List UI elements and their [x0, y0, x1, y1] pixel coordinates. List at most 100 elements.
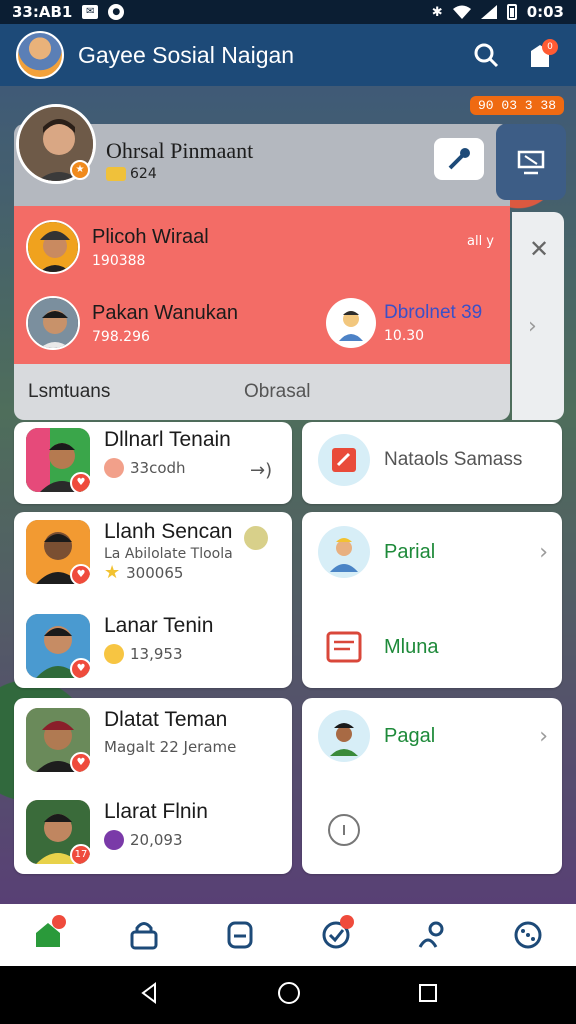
group-icon-1 [318, 434, 370, 486]
popup-meta-1: all y [466, 234, 494, 249]
close-icon[interactable]: ✕ [524, 234, 554, 264]
friend-name-5: Llarat Flnin [104, 800, 208, 823]
group-label-3: Mluna [384, 635, 439, 658]
friend-sub-text-3: 13,953 [130, 645, 183, 663]
screen-share-button[interactable] [496, 124, 566, 200]
popup-num-1: 190388 [92, 252, 146, 269]
popup-row-1[interactable]: Plicoh Wiraal 190388 all y [14, 212, 510, 282]
nav-lock[interactable] [120, 911, 168, 959]
friend-sub-text-5: 20,093 [130, 831, 183, 849]
friend-sub-3: 13,953 [104, 644, 213, 664]
friend-avatar-icon [326, 298, 376, 348]
app-title: Gayee Sosial Naigan [78, 41, 295, 68]
coin-icon [106, 167, 126, 181]
popup-avatar-2 [26, 296, 80, 350]
profile-level-badge: ★ [70, 160, 90, 180]
status-bar: 33:AB1 ✉ ● ✱ 0:03 [0, 0, 576, 24]
group-icon-4 [318, 710, 370, 762]
top-badge: 90 03 3 38 [469, 96, 564, 115]
star-icon: ★ [104, 562, 121, 583]
friend-row-2[interactable]: ♥ Llanh Sencan La Abilolate Tloola ★ 300… [26, 520, 233, 584]
nav-home[interactable] [24, 911, 72, 959]
popup-tabs: Lsmtuans Obrasal [14, 364, 510, 420]
popup-friend-num: 10.30 [384, 328, 425, 344]
friend-name-1: Dllnarl Tenain [104, 428, 231, 451]
nav-settings[interactable] [504, 911, 552, 959]
profile-name: Ohrsal Pinmaant [106, 138, 254, 163]
friend-avatar-4: ♥ [26, 708, 90, 772]
profile-sub-value: 624 [130, 166, 157, 182]
screen-share-icon [517, 150, 545, 175]
friend-badge-3: ♥ [70, 658, 90, 678]
share-icon[interactable]: →) [250, 460, 272, 481]
settings-icon [514, 921, 542, 949]
nav-profile[interactable] [216, 911, 264, 959]
key-icon [448, 148, 470, 170]
chevron-right-icon[interactable]: › [539, 540, 548, 565]
friend-name-2: Llanh Sencan [104, 520, 233, 543]
recents-icon[interactable] [417, 982, 439, 1008]
friend-sub-text-1: 33codh [130, 459, 186, 477]
search-button[interactable] [466, 35, 506, 75]
friend-row-3[interactable]: ♥ Lanar Tenin 13,953 [26, 614, 213, 678]
notification-dot-icon: ● [108, 4, 125, 20]
friend-sub-5: 20,093 [104, 830, 208, 850]
friend-badge-1: ♥ [70, 472, 90, 492]
friend-badge-4: ♥ [70, 752, 90, 772]
profile-icon [227, 921, 253, 949]
home-circle-icon[interactable] [276, 980, 302, 1010]
group-label-2: Parial [384, 540, 436, 563]
search-icon [474, 43, 499, 68]
chevron-right-icon[interactable]: › [528, 314, 537, 339]
friend-row-4[interactable]: ♥ Dlatat Teman Magalt 22 Jerame [26, 708, 236, 772]
group-row-3[interactable]: Mluna [318, 624, 438, 670]
wifi-icon [452, 5, 471, 19]
friend-avatar-2: ♥ [26, 520, 90, 584]
status-left-text: 33:AB1 [12, 3, 73, 21]
battery-icon [506, 4, 517, 20]
bluetooth-icon: ✱ [431, 4, 443, 20]
system-nav [0, 966, 576, 1024]
friend-sub2-2: ★ 300065 [104, 562, 233, 583]
tab-groups[interactable]: Obrasal [244, 381, 444, 403]
popup-friend[interactable]: Dbrolnet 39 10.30 [326, 298, 482, 348]
group-icon-3 [318, 624, 370, 670]
notification-badge: 0 [542, 39, 558, 55]
clock-icon[interactable] [328, 814, 360, 846]
friend-row-1[interactable]: ♥ Dllnarl Tenain 33codh [26, 428, 231, 492]
friend-avatar-5: 17 [26, 800, 90, 864]
group-label-1: Nataols Samass [384, 449, 523, 470]
group-row-1[interactable]: Nataols Samass [318, 434, 522, 486]
status-time: 0:03 [526, 3, 564, 21]
tab-friends[interactable]: Lsmtuans [14, 381, 244, 403]
friend-badge-5: 17 [70, 844, 90, 864]
friend-name-3: Lanar Tenin [104, 614, 214, 637]
nav-activity[interactable] [312, 911, 360, 959]
group-row-4[interactable]: Pagal › [318, 710, 548, 762]
group-row-2[interactable]: Parial › [318, 526, 548, 578]
group-label-4: Pagal [384, 724, 436, 747]
notifications-button[interactable]: 0 [520, 35, 560, 75]
back-icon[interactable] [137, 981, 161, 1009]
popup-num-2: 798.296 [92, 328, 150, 345]
edit-profile-button[interactable] [434, 138, 484, 180]
popup-friend-name: Dbrolnet 39 [384, 302, 483, 323]
nav-activity-badge [340, 915, 354, 929]
lock-icon [130, 922, 158, 950]
friend-avatar-1: ♥ [26, 428, 90, 492]
status-emoji-icon [104, 458, 124, 478]
mail-icon: ✉ [82, 5, 99, 19]
popup-name-1: Plicoh Wiraal [92, 225, 209, 248]
popup-name-2: Pakan Wanukan [92, 301, 239, 324]
app-logo[interactable] [16, 31, 64, 79]
chevron-right-icon[interactable]: › [539, 724, 548, 749]
profile-sub: 624 [106, 166, 157, 182]
nav-home-badge [52, 915, 66, 929]
friend-sub-4: Magalt 22 Jerame [104, 738, 237, 756]
popup-avatar-1 [26, 220, 80, 274]
friend-row-5[interactable]: 17 Llarat Flnin 20,093 [26, 800, 208, 864]
badge-icon [104, 830, 124, 850]
nav-friends[interactable] [408, 911, 456, 959]
friend-avatar-3: ♥ [26, 614, 90, 678]
app-bar: Gayee Sosial Naigan 0 [0, 24, 576, 86]
